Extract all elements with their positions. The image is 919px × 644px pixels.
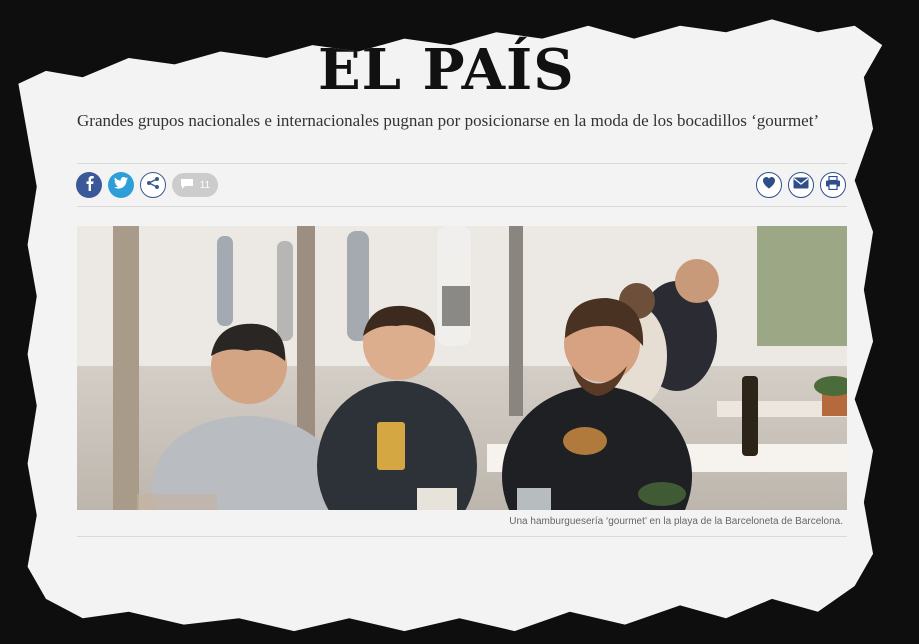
article-photo bbox=[77, 226, 847, 510]
divider-bottom bbox=[77, 536, 847, 537]
torn-paper-clipping: EL PAÍS Grandes grupos nacionales e inte… bbox=[18, 19, 883, 632]
share-bar-left: 11 bbox=[76, 172, 218, 198]
photo-caption: Una hamburguesería ‘gourmet’ en la playa… bbox=[509, 516, 843, 527]
print-icon bbox=[825, 175, 841, 195]
email-button[interactable] bbox=[788, 172, 814, 198]
twitter-icon bbox=[114, 176, 128, 194]
twitter-share-button[interactable] bbox=[108, 172, 134, 198]
share-bar-right bbox=[756, 172, 846, 198]
share-button[interactable] bbox=[140, 172, 166, 198]
mail-icon bbox=[793, 176, 809, 194]
print-button[interactable] bbox=[820, 172, 846, 198]
favorite-button[interactable] bbox=[756, 172, 782, 198]
article-headline: Grandes grupos nacionales e internaciona… bbox=[77, 111, 820, 130]
el-pais-logo: EL PAÍS bbox=[318, 37, 575, 103]
facebook-icon bbox=[83, 175, 95, 196]
divider-share bbox=[77, 206, 847, 207]
comments-count: 11 bbox=[199, 179, 211, 191]
comments-button[interactable]: 11 bbox=[172, 173, 218, 197]
share-icon bbox=[146, 176, 160, 195]
facebook-share-button[interactable] bbox=[76, 172, 102, 198]
comments-icon bbox=[180, 178, 194, 193]
heart-icon bbox=[762, 176, 776, 194]
divider-top bbox=[77, 163, 847, 164]
